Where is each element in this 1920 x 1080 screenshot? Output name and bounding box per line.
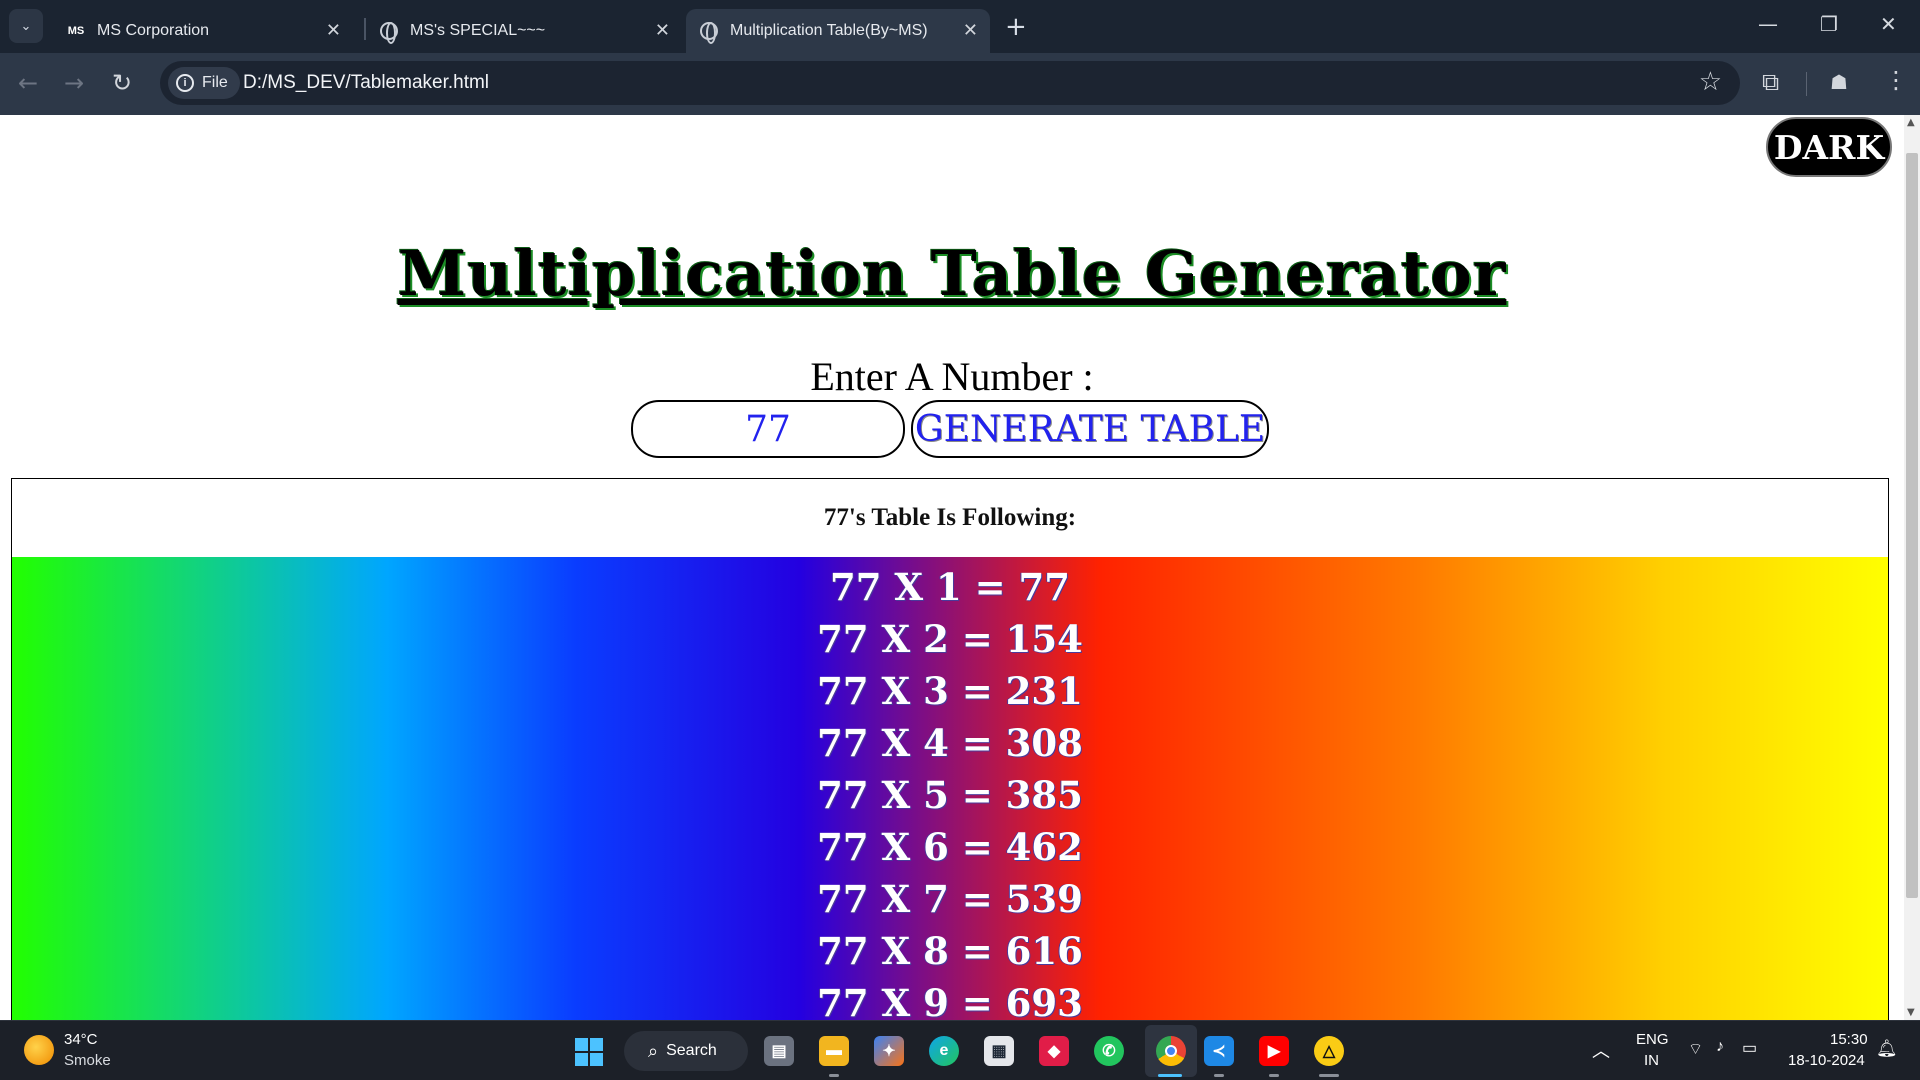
info-icon: i	[176, 74, 194, 92]
edge-icon[interactable]: e	[929, 1036, 959, 1066]
youtube-icon[interactable]: ▶	[1259, 1036, 1289, 1066]
ms-favicon-icon: MS	[67, 25, 85, 37]
search-icon: ⌕	[648, 1040, 659, 1061]
anydesk-icon[interactable]: ◆	[1039, 1036, 1069, 1066]
chrome-icon[interactable]	[1156, 1036, 1186, 1066]
toolbar-divider	[1806, 72, 1807, 96]
clock-date[interactable]: 18-10-2024	[1788, 1052, 1865, 1069]
tab-title: MS Corporation	[97, 22, 210, 39]
running-indicator	[829, 1074, 839, 1077]
running-indicator	[1214, 1074, 1224, 1077]
back-arrow-icon[interactable]: ←	[18, 69, 38, 97]
search-label: Search	[666, 1042, 717, 1059]
address-bar[interactable]: i File D:/MS_DEV/Tablemaker.html ☆	[160, 61, 1740, 105]
url-text[interactable]: D:/MS_DEV/Tablemaker.html	[243, 72, 489, 94]
number-input[interactable]	[631, 400, 905, 458]
browser-toolbar: ← → ↻ i File D:/MS_DEV/Tablemaker.html ☆	[0, 53, 1920, 115]
close-tab-icon[interactable]: ✕	[326, 21, 341, 39]
scroll-down-arrow-icon[interactable]: ▼	[1907, 1007, 1915, 1018]
kebab-menu-icon[interactable]: ⋮	[1884, 66, 1908, 94]
tab-ms-corporation[interactable]: MS MS Corporation ✕	[53, 9, 353, 53]
file-chip-label: File	[202, 74, 228, 91]
tab-title: Multiplication Table(By~MS)	[730, 22, 928, 39]
table-output: 77's Table Is Following: 77 X 1 = 77 77 …	[11, 478, 1889, 1020]
dark-mode-button[interactable]: DARK	[1766, 117, 1892, 177]
site-info-chip[interactable]: i File	[168, 67, 240, 99]
number-prompt-label: Enter A Number :	[810, 354, 1094, 399]
scroll-up-arrow-icon[interactable]: ▲	[1907, 117, 1915, 128]
notification-bell-icon[interactable]: 🔔︎	[1876, 1039, 1898, 1059]
taskbar-search[interactable]: ⌕ Search	[624, 1031, 748, 1071]
table-row: 77 X 7 = 539	[817, 877, 1083, 921]
page-scrollbar[interactable]: ▲ ▼	[1904, 115, 1920, 1020]
weather-condition[interactable]: Smoke	[64, 1052, 111, 1069]
running-indicator	[1269, 1074, 1279, 1077]
table-row: 77 X 3 = 231	[817, 669, 1083, 713]
clock-time[interactable]: 15:30	[1830, 1031, 1868, 1048]
window-close-icon[interactable]: ✕	[1880, 12, 1897, 36]
tab-search-chevron-icon[interactable]: ⌄	[9, 9, 43, 43]
tab-title: MS's SPECIAL~~~	[410, 22, 546, 39]
page-viewport: DARK Multiplication Table Generator Ente…	[0, 115, 1904, 1020]
page-title: Multiplication Table Generator	[397, 237, 1507, 310]
new-tab-plus-icon[interactable]: +	[1005, 12, 1027, 42]
table-row: 77 X 8 = 616	[817, 929, 1083, 973]
weather-temperature[interactable]: 34°C	[64, 1031, 98, 1048]
volume-icon[interactable]: ♪	[1716, 1038, 1724, 1056]
microsoft-store-icon[interactable]: ▦	[984, 1036, 1014, 1066]
windows-start-icon[interactable]	[575, 1038, 603, 1066]
active-indicator	[1158, 1074, 1182, 1077]
close-tab-icon[interactable]: ✕	[963, 21, 978, 39]
whatsapp-icon[interactable]: ✆	[1094, 1036, 1124, 1066]
tab-ms-special[interactable]: MS's SPECIAL~~~ ✕	[366, 9, 682, 53]
language-top[interactable]: ENG	[1636, 1031, 1669, 1048]
warning-app-icon[interactable]: △	[1314, 1036, 1344, 1066]
weather-icon[interactable]	[24, 1035, 54, 1065]
task-view-icon[interactable]: ▤	[764, 1036, 794, 1066]
bookmark-star-icon[interactable]: ☆	[1699, 67, 1722, 97]
generate-table-button[interactable]: GENERATE TABLE	[911, 400, 1269, 458]
forward-arrow-icon[interactable]: →	[64, 69, 84, 97]
restore-icon[interactable]: ❐	[1820, 12, 1838, 36]
minimize-icon[interactable]: —	[1758, 12, 1778, 36]
vscode-icon[interactable]: ≺	[1204, 1036, 1234, 1066]
tab-strip: ⌄ MS MS Corporation ✕ MS's SPECIAL~~~ ✕ …	[0, 0, 1920, 53]
table-heading: 77's Table Is Following:	[823, 504, 1077, 531]
battery-icon[interactable]: ▭	[1742, 1038, 1757, 1058]
table-row: 77 X 6 = 462	[817, 825, 1083, 869]
table-row: 77 X 5 = 385	[817, 773, 1083, 817]
table-row: 77 X 9 = 693	[817, 981, 1083, 1020]
table-row: 77 X 2 = 154	[817, 617, 1083, 661]
copilot-icon[interactable]: ✦	[874, 1036, 904, 1066]
table-row: 77 X 1 = 77	[830, 565, 1070, 609]
reload-icon[interactable]: ↻	[112, 69, 132, 97]
close-tab-icon[interactable]: ✕	[655, 21, 670, 39]
profile-avatar-icon[interactable]: ☗	[1830, 70, 1848, 94]
file-explorer-icon[interactable]: ▬	[819, 1036, 849, 1066]
extensions-puzzle-icon[interactable]: ⧉	[1762, 68, 1779, 96]
taskbar: 34°C Smoke ⌕ Search ▤ ▬ ✦ e ▦ ◆ ✆ ≺ ▶ △ …	[0, 1020, 1920, 1080]
tab-multiplication-table[interactable]: Multiplication Table(By~MS) ✕	[686, 9, 990, 53]
wifi-icon[interactable]: ⌔	[1688, 1039, 1703, 1059]
language-bottom[interactable]: IN	[1644, 1052, 1659, 1069]
chevron-up-icon[interactable]: ︿	[1592, 1037, 1610, 1063]
scrollbar-thumb[interactable]	[1906, 153, 1918, 898]
globe-icon	[700, 22, 718, 44]
table-rows: 77 X 1 = 77 77 X 2 = 154 77 X 3 = 231 77…	[12, 557, 1888, 1020]
table-row: 77 X 4 = 308	[817, 721, 1083, 765]
globe-icon	[380, 22, 398, 44]
running-indicator	[1319, 1074, 1339, 1077]
